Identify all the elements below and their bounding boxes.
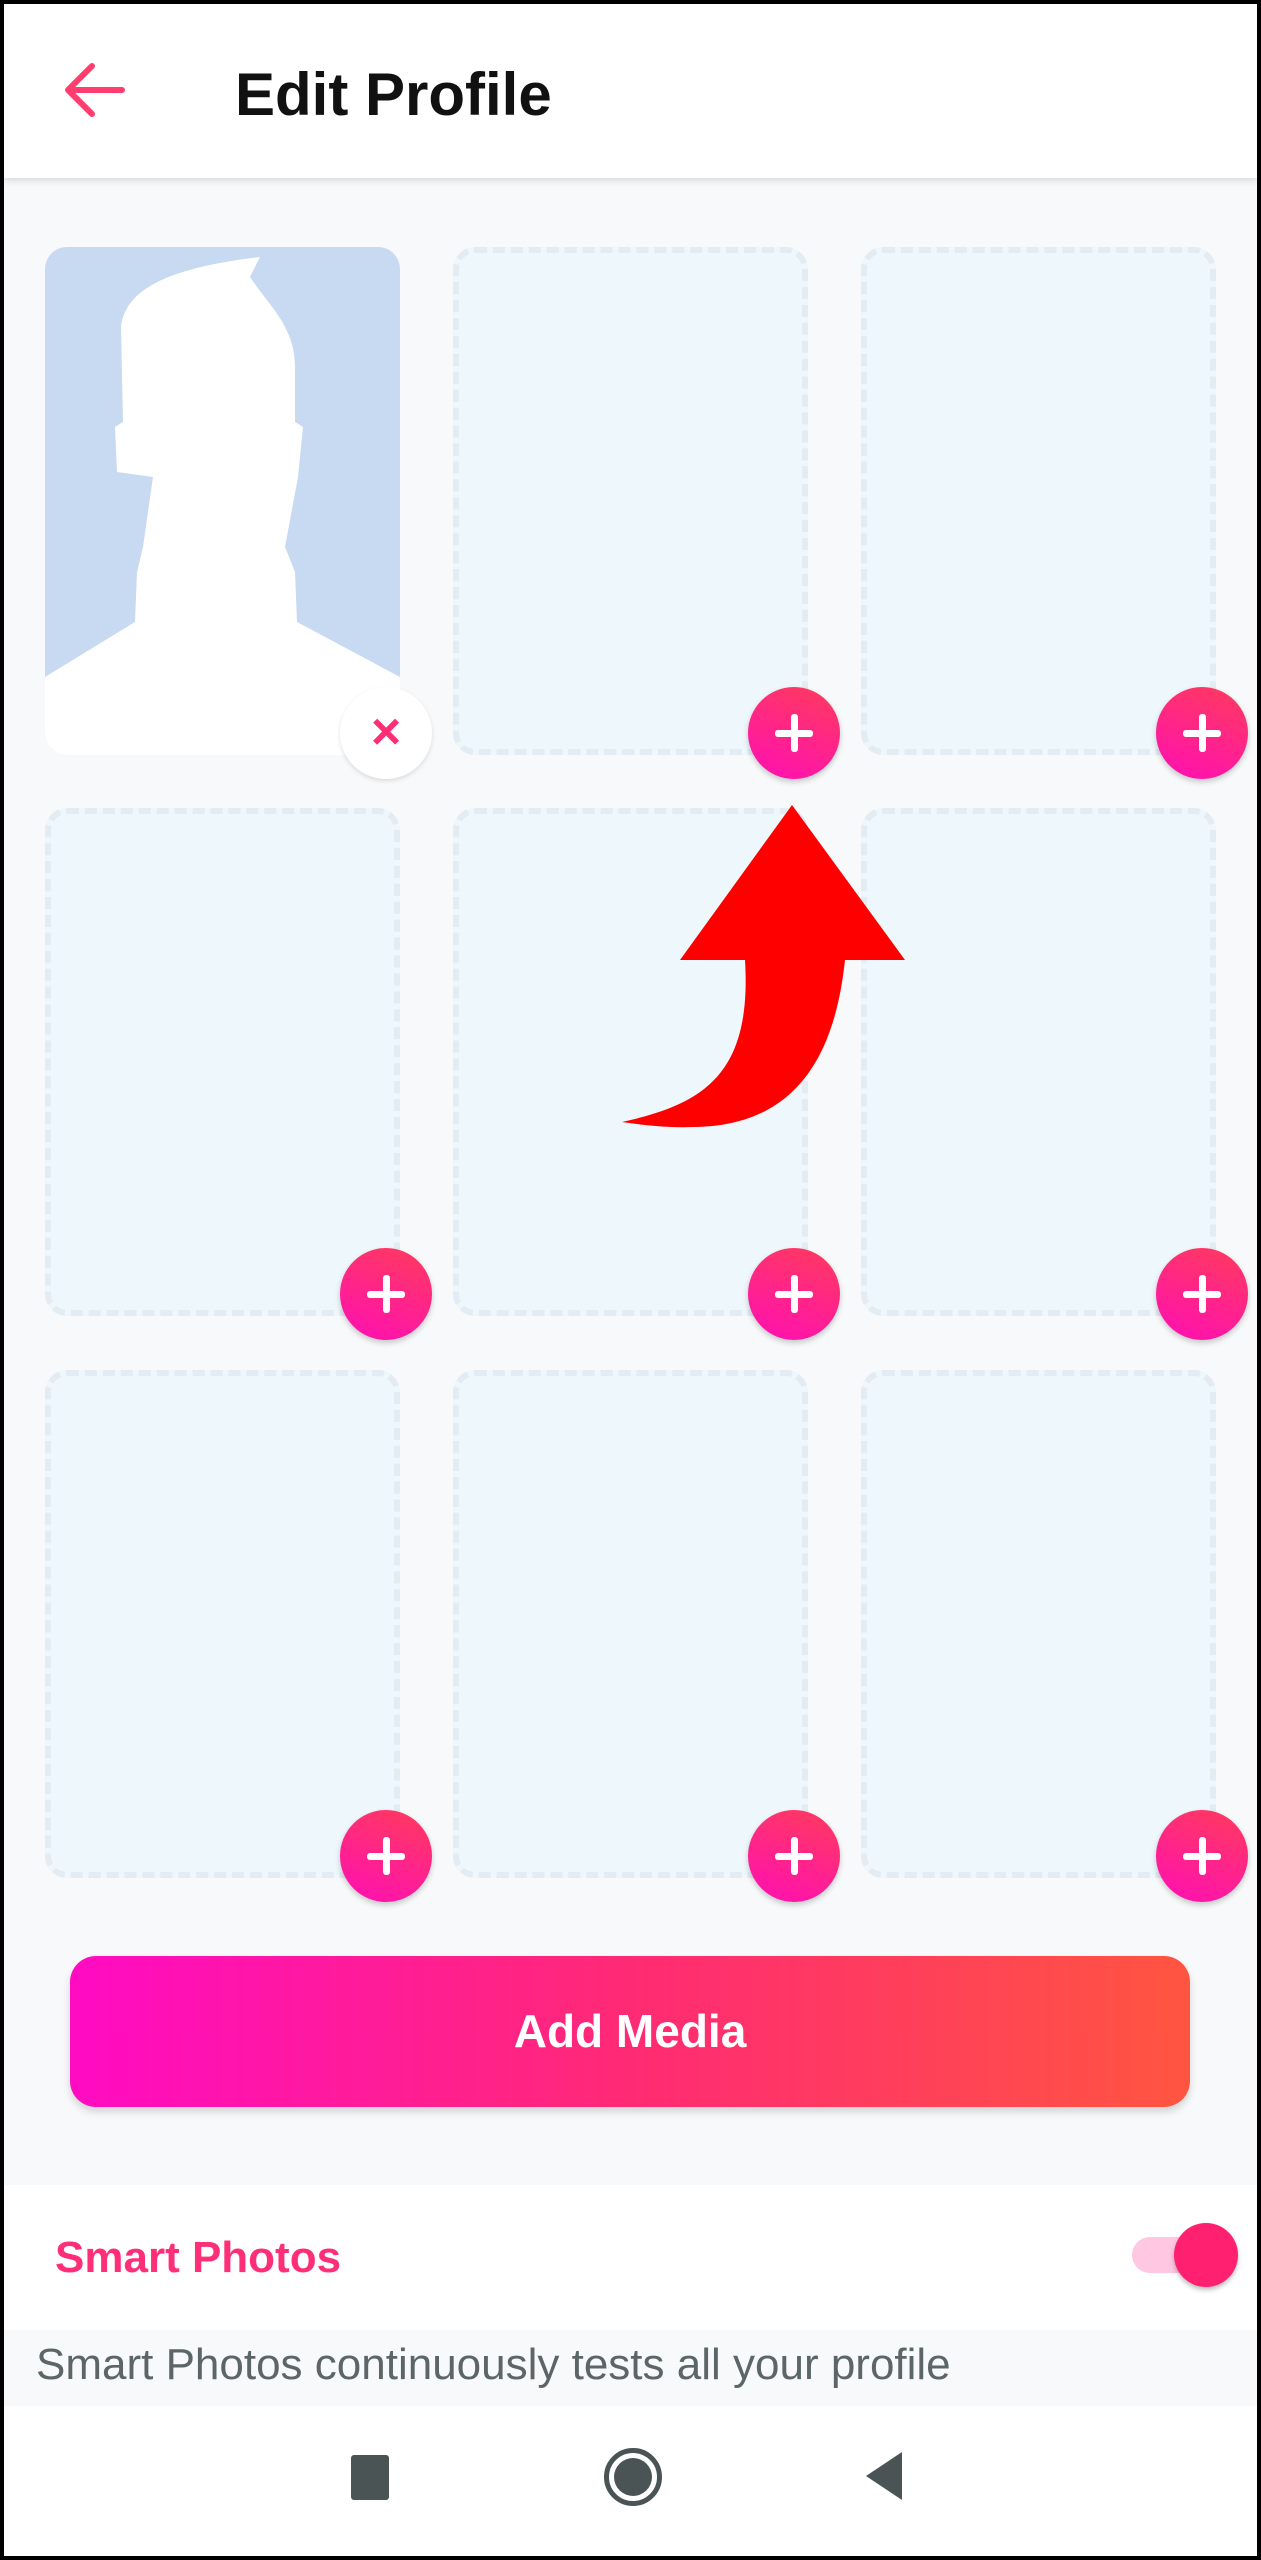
toggle-knob bbox=[1174, 2223, 1238, 2287]
plus-icon[interactable] bbox=[748, 687, 840, 779]
app-header: Edit Profile bbox=[4, 4, 1257, 178]
photo-slot-empty[interactable] bbox=[45, 808, 400, 1316]
plus-icon[interactable] bbox=[1156, 1810, 1248, 1902]
plus-icon[interactable] bbox=[748, 1248, 840, 1340]
smart-photos-label: Smart Photos bbox=[55, 2233, 342, 2282]
avatar-silhouette bbox=[45, 257, 400, 755]
plus-icon[interactable] bbox=[1156, 687, 1248, 779]
system-nav-bar bbox=[4, 2406, 1257, 2556]
arrow-left-icon[interactable] bbox=[60, 60, 130, 120]
remove-photo-button[interactable]: × bbox=[340, 687, 432, 779]
back-triangle-icon[interactable] bbox=[866, 2452, 902, 2500]
recents-square-icon[interactable] bbox=[351, 2455, 389, 2500]
photo-slot-filled[interactable] bbox=[45, 247, 400, 755]
edit-profile-screen: Edit Profile × Add Media Smart Photos Sm… bbox=[4, 4, 1257, 2556]
plus-icon[interactable] bbox=[340, 1248, 432, 1340]
page-title: Edit Profile bbox=[235, 61, 552, 128]
home-circle-icon[interactable] bbox=[604, 2448, 662, 2506]
plus-icon[interactable] bbox=[1156, 1248, 1248, 1340]
smart-photos-description-row: Smart Photos continuously tests all your… bbox=[4, 2330, 1257, 2406]
photo-slot-empty[interactable] bbox=[861, 1370, 1216, 1878]
photo-slot-empty[interactable] bbox=[45, 1370, 400, 1878]
smart-photos-description: Smart Photos continuously tests all your… bbox=[36, 2340, 951, 2389]
photo-slot-empty[interactable] bbox=[453, 1370, 808, 1878]
plus-icon[interactable] bbox=[340, 1810, 432, 1902]
smart-photos-row: Smart Photos bbox=[4, 2185, 1257, 2330]
smart-photos-toggle[interactable] bbox=[1132, 2223, 1238, 2287]
add-media-button[interactable]: Add Media bbox=[70, 1956, 1190, 2107]
photo-slot-empty[interactable] bbox=[861, 808, 1216, 1316]
photo-slot-empty[interactable] bbox=[453, 247, 808, 755]
photo-slot-empty[interactable] bbox=[453, 808, 808, 1316]
plus-icon[interactable] bbox=[748, 1810, 840, 1902]
photo-slot-empty[interactable] bbox=[861, 247, 1216, 755]
